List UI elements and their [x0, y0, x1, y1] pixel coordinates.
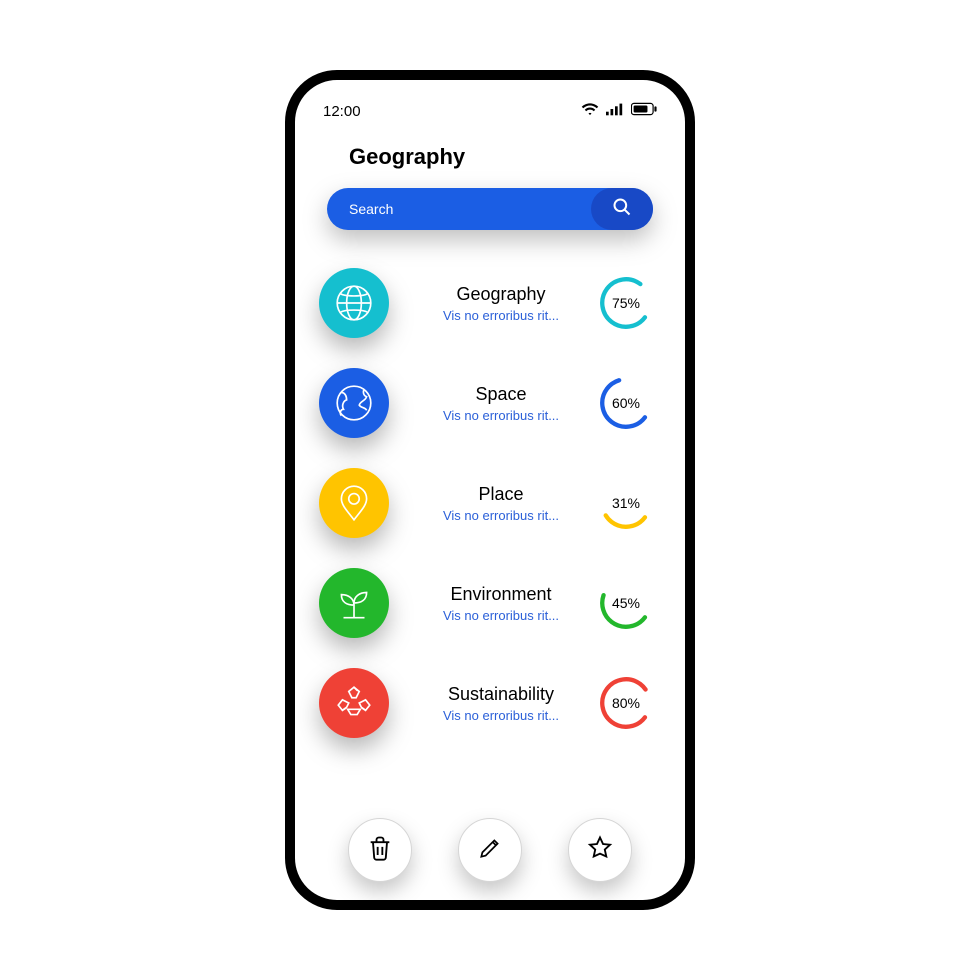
item-subtitle: Vis no erroribus rit...: [443, 508, 559, 523]
page-title: Geography: [349, 144, 661, 170]
progress-label: 45%: [612, 595, 640, 611]
item-subtitle: Vis no erroribus rit...: [443, 408, 559, 423]
progress-ring: 80%: [591, 676, 661, 730]
planet-icon: [319, 368, 389, 438]
progress-label: 80%: [612, 695, 640, 711]
list-item[interactable]: Environment Vis no erroribus rit... 45%: [319, 558, 661, 648]
pencil-icon: [477, 835, 503, 866]
progress-label: 75%: [612, 295, 640, 311]
phone-frame: 12:00 Geography Search: [285, 70, 695, 910]
item-subtitle: Vis no erroribus rit...: [443, 608, 559, 623]
item-title: Environment: [450, 584, 551, 605]
status-icons: [581, 102, 657, 120]
search-bar[interactable]: Search: [327, 188, 653, 230]
item-text: Place Vis no erroribus rit...: [411, 484, 591, 523]
list-item[interactable]: Place Vis no erroribus rit... 31%: [319, 458, 661, 548]
progress-ring: 45%: [591, 576, 661, 630]
sprout-icon: [319, 568, 389, 638]
progress-ring: 31%: [591, 476, 661, 530]
cellular-icon: [606, 102, 624, 120]
status-time: 12:00: [323, 103, 361, 120]
category-list: Geography Vis no erroribus rit... 75% Sp…: [319, 258, 661, 810]
trash-icon: [366, 834, 394, 867]
globe-icon: [319, 268, 389, 338]
item-title: Space: [475, 384, 526, 405]
search-icon: [612, 197, 632, 222]
item-text: Space Vis no erroribus rit...: [411, 384, 591, 423]
item-text: Environment Vis no erroribus rit...: [411, 584, 591, 623]
progress-label: 31%: [612, 495, 640, 511]
item-subtitle: Vis no erroribus rit...: [443, 708, 559, 723]
recycle-icon: [319, 668, 389, 738]
screen: 12:00 Geography Search: [295, 80, 685, 900]
search-button[interactable]: [591, 188, 653, 230]
progress-label: 60%: [612, 395, 640, 411]
wifi-icon: [581, 102, 599, 120]
battery-icon: [631, 102, 657, 120]
star-icon: [586, 834, 614, 867]
bottom-action-bar: [319, 810, 661, 882]
star-button[interactable]: [568, 818, 632, 882]
list-item[interactable]: Sustainability Vis no erroribus rit... 8…: [319, 658, 661, 748]
progress-ring: 75%: [591, 276, 661, 330]
item-title: Place: [478, 484, 523, 505]
edit-button[interactable]: [458, 818, 522, 882]
pin-icon: [319, 468, 389, 538]
status-bar: 12:00: [319, 102, 661, 120]
list-item[interactable]: Space Vis no erroribus rit... 60%: [319, 358, 661, 448]
item-title: Geography: [456, 284, 545, 305]
item-subtitle: Vis no erroribus rit...: [443, 308, 559, 323]
item-title: Sustainability: [448, 684, 554, 705]
item-text: Sustainability Vis no erroribus rit...: [411, 684, 591, 723]
progress-ring: 60%: [591, 376, 661, 430]
item-text: Geography Vis no erroribus rit...: [411, 284, 591, 323]
trash-button[interactable]: [348, 818, 412, 882]
list-item[interactable]: Geography Vis no erroribus rit... 75%: [319, 258, 661, 348]
